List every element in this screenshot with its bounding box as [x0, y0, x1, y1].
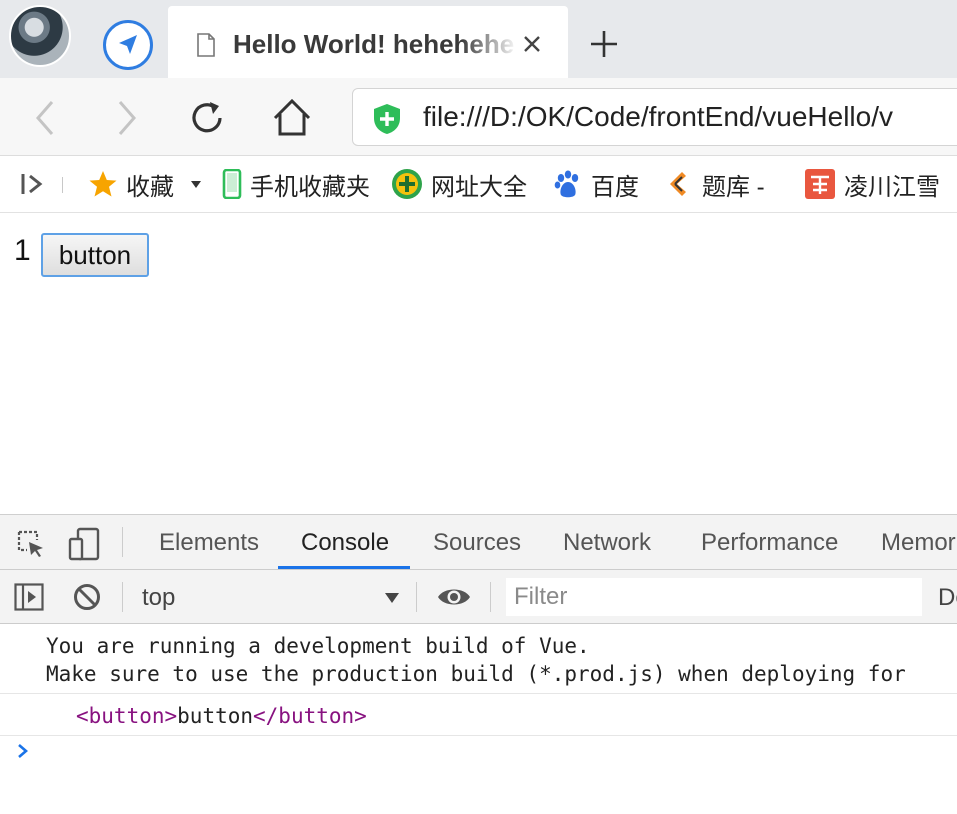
dropdown-icon[interactable]: [384, 592, 400, 604]
show-sidebar-icon[interactable]: [14, 583, 44, 611]
browser-tab[interactable]: Hello World! hehehehe: [168, 6, 568, 78]
eye-icon[interactable]: [436, 584, 472, 610]
bookmark-question-bank[interactable]: 题库 -: [666, 167, 765, 201]
console-filter-input[interactable]: [506, 578, 922, 616]
bookmark-label: 题库 -: [702, 173, 765, 201]
home-icon[interactable]: [270, 96, 314, 140]
green-plus-icon: [392, 169, 422, 199]
tab-memory[interactable]: Memor: [881, 529, 956, 557]
back-icon[interactable]: [30, 96, 60, 140]
new-tab-icon[interactable]: [588, 28, 620, 60]
bookmark-label: 凌川江雪: [844, 173, 940, 201]
navigate-icon[interactable]: [103, 20, 153, 70]
url-text[interactable]: file:///D:/OK/Code/frontEnd/vueHello/v: [423, 101, 893, 133]
secure-shield-icon: [374, 104, 400, 134]
tab-console[interactable]: Console: [301, 529, 389, 557]
tab-strip: Hello World! hehehehe: [0, 0, 957, 78]
divider: [122, 527, 123, 557]
devtools-panel: Elements Console Sources Network Perform…: [0, 514, 957, 813]
console-element-log: <button>button</button>: [0, 694, 957, 736]
phone-icon: [222, 169, 242, 199]
devtools-tab-bar: Elements Console Sources Network Perform…: [0, 515, 957, 570]
page-icon: [197, 33, 215, 57]
user-avatar[interactable]: [9, 5, 71, 67]
bookmark-label: 收藏: [126, 173, 174, 201]
star-icon: [89, 171, 117, 197]
divider: [490, 582, 491, 612]
reload-icon[interactable]: [188, 96, 228, 140]
execution-context-select[interactable]: top: [142, 584, 175, 612]
logged-element[interactable]: <button>button</button>: [76, 704, 367, 728]
tab-sources[interactable]: Sources: [433, 529, 521, 557]
clear-console-icon[interactable]: [72, 582, 102, 612]
bookmark-label: 手机收藏夹: [250, 173, 370, 201]
console-output: You are running a development build of V…: [0, 624, 957, 814]
tab-performance[interactable]: Performance: [701, 529, 838, 557]
baidu-paw-icon: [554, 170, 579, 198]
inspect-element-icon[interactable]: [16, 529, 46, 559]
bookmarks-bar: 收藏 手机收藏夹 网址大全 百度 题库 - 凌川江雪: [0, 157, 957, 213]
divider: [122, 582, 123, 612]
bookmark-jianshu[interactable]: 凌川江雪: [804, 167, 940, 201]
sidebar-toggle-icon[interactable]: [20, 171, 46, 197]
divider: [62, 177, 63, 193]
increment-button[interactable]: button: [41, 233, 149, 277]
log-levels-select[interactable]: De: [938, 584, 957, 612]
element-open-tag: <button>: [76, 704, 178, 728]
element-close-tag: </button>: [253, 704, 367, 728]
tiku-icon: [670, 172, 686, 196]
divider: [416, 582, 417, 612]
navigation-toolbar: file:///D:/OK/Code/frontEnd/vueHello/v: [0, 78, 957, 156]
close-icon[interactable]: [522, 34, 542, 54]
tab-elements[interactable]: Elements: [159, 529, 259, 557]
bookmark-label: 百度: [591, 173, 639, 201]
dropdown-icon[interactable]: [190, 178, 202, 190]
jian-icon: [805, 169, 835, 199]
bookmark-site-directory[interactable]: 网址大全: [391, 167, 527, 201]
console-message-line: You are running a development build of V…: [46, 634, 590, 658]
bookmark-favorites[interactable]: 收藏: [88, 167, 202, 201]
tab-title: Hello World! hehehehe: [233, 29, 515, 59]
page-content: 1 button: [0, 214, 957, 514]
console-prompt-icon[interactable]: [16, 742, 30, 760]
element-text: button: [177, 704, 254, 728]
tab-network[interactable]: Network: [563, 529, 651, 557]
bookmark-mobile[interactable]: 手机收藏夹: [222, 167, 370, 201]
console-message-line: Make sure to use the production build (*…: [46, 662, 906, 686]
forward-icon[interactable]: [112, 96, 142, 140]
address-bar[interactable]: file:///D:/OK/Code/frontEnd/vueHello/v: [352, 88, 957, 146]
counter-value: 1: [14, 234, 31, 267]
console-toolbar: top De: [0, 570, 957, 624]
console-message: You are running a development build of V…: [0, 624, 957, 694]
device-toolbar-icon[interactable]: [68, 527, 100, 561]
bookmark-baidu[interactable]: 百度: [553, 167, 639, 201]
bookmark-label: 网址大全: [431, 173, 527, 201]
